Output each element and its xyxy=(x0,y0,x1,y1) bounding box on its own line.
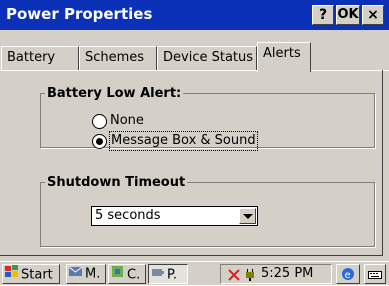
taskbar-app-label: P. xyxy=(167,267,177,283)
taskbar-app-control-panel[interactable]: C. xyxy=(108,264,146,284)
shutdown-timeout-select[interactable]: 5 seconds xyxy=(91,206,258,226)
title-bar: Power Properties ? OK × xyxy=(0,0,389,30)
taskbar: Start M. C. P. 5:25 PM e xyxy=(0,261,389,285)
tab-strip: Battery Schemes Device Status Alerts xyxy=(0,42,389,72)
tab-device-status[interactable]: Device Status xyxy=(157,46,257,70)
tab-battery[interactable]: Battery xyxy=(1,46,79,70)
svg-text:e: e xyxy=(345,270,351,281)
dropdown-arrow-icon[interactable] xyxy=(239,208,256,224)
windows-flag-icon xyxy=(5,265,19,283)
tab-alerts[interactable]: Alerts xyxy=(257,42,311,72)
clock[interactable]: 5:25 PM xyxy=(261,265,313,283)
tray-alert-icon[interactable] xyxy=(227,267,241,286)
start-label: Start xyxy=(21,267,53,283)
power-icon xyxy=(151,265,165,283)
tab-panel-top-edge xyxy=(0,70,389,71)
keyboard-icon xyxy=(368,268,382,283)
radio-none-label: None xyxy=(110,113,144,128)
ok-button[interactable]: OK xyxy=(336,5,360,25)
shutdown-timeout-legend: Shutdown Timeout xyxy=(47,175,186,190)
tab-schemes[interactable]: Schemes xyxy=(79,46,157,70)
tab-panel-bottom-edge xyxy=(0,255,383,256)
tray-power-plug-icon[interactable] xyxy=(243,267,257,286)
taskbar-app-label: C. xyxy=(127,267,141,283)
messaging-icon xyxy=(68,265,83,283)
taskbar-ie-button[interactable]: e xyxy=(336,264,360,284)
dialog-body: Battery Schemes Device Status Alerts Bat… xyxy=(0,30,389,261)
radio-checked-icon xyxy=(92,134,107,149)
radio-unchecked-icon xyxy=(92,114,107,129)
tab-panel-right-edge xyxy=(382,70,383,256)
internet-explorer-icon: e xyxy=(341,267,355,283)
window-title: Power Properties xyxy=(6,5,153,23)
taskbar-app-messaging[interactable]: M. xyxy=(66,264,106,284)
taskbar-app-power[interactable]: P. xyxy=(148,264,188,284)
taskbar-input-panel-button[interactable] xyxy=(364,264,386,284)
radio-message-box-sound-label: Message Box & Sound xyxy=(109,131,258,151)
start-button[interactable]: Start xyxy=(2,264,60,284)
shutdown-timeout-value: 5 seconds xyxy=(95,208,161,223)
battery-low-alert-legend: Battery Low Alert: xyxy=(47,86,182,101)
system-tray: 5:25 PM xyxy=(220,264,332,284)
taskbar-app-label: M. xyxy=(85,266,101,282)
close-button[interactable]: × xyxy=(362,5,384,25)
help-button[interactable]: ? xyxy=(312,5,334,25)
control-panel-icon xyxy=(111,265,125,283)
